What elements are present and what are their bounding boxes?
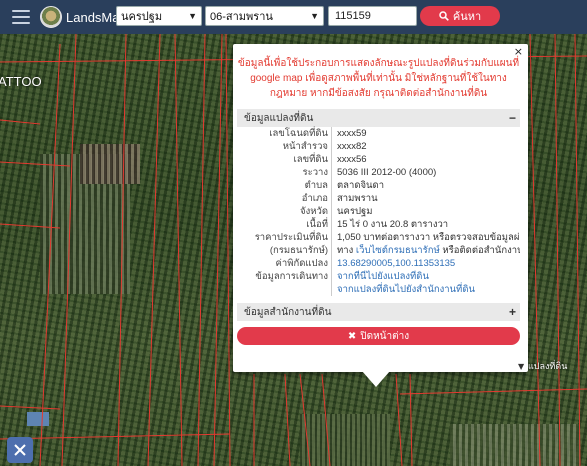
info-value: สามพราน xyxy=(337,193,378,204)
info-label: ข้อมูลการเดินทาง xyxy=(255,271,328,282)
info-label: ตำบล xyxy=(304,180,328,191)
close-window-label: ปิดหน้าต่าง xyxy=(360,330,410,342)
close-window-button[interactable]: ✖ ปิดหน้าต่าง xyxy=(237,327,520,345)
hamburger-menu-icon[interactable] xyxy=(12,10,30,24)
scroll-down-icon[interactable]: ▼ xyxy=(518,362,524,371)
info-row: จังหวัด นครปฐม xyxy=(237,205,520,218)
info-label: เลขโฉนดที่ดิน xyxy=(269,128,328,139)
info-row-price: ราคาประเมินที่ดิน (กรมธนารักษ์) 1,050 บาท… xyxy=(237,231,520,257)
route-to-office-link[interactable]: จากแปลงที่ดินไปยังสำนักงานที่ดิน xyxy=(337,284,475,295)
map-parcel-label: แปลงที่ดิน xyxy=(528,361,568,371)
info-label: ราคาประเมินที่ดิน (กรมธนารักษ์) xyxy=(237,231,331,257)
info-row: ค่าพิกัดแปลง 13.68290005,100.11353135 xyxy=(237,257,520,270)
info-label: เนื้อที่ xyxy=(306,219,328,230)
search-button[interactable]: ค้นหา xyxy=(420,6,500,26)
section-header-office[interactable]: ข้อมูลสำนักงานที่ดิน + xyxy=(237,303,520,321)
app-logo xyxy=(40,6,62,28)
expand-icon: + xyxy=(508,305,516,319)
info-row: เลขโฉนดที่ดิน xxxx59 xyxy=(237,127,520,140)
tools-icon[interactable] xyxy=(7,437,33,463)
section-header-office-label: ข้อมูลสำนักงานที่ดิน xyxy=(244,306,332,318)
province-select-value: นครปฐม xyxy=(121,11,163,23)
district-select[interactable]: 06-สามพราน ▼ xyxy=(205,6,324,26)
chevron-down-icon: ▼ xyxy=(188,11,197,21)
info-row: เลขที่ดิน xxxx56 xyxy=(237,153,520,166)
collapse-icon: − xyxy=(508,111,516,125)
info-label: ค่าพิกัดแปลง xyxy=(275,258,329,269)
info-value: xxxx82 xyxy=(337,141,367,152)
info-value-price: 1,050 บาทต่อตารางวา หรือตรวจสอบข้อมูลผ่า… xyxy=(337,231,520,257)
info-value: xxxx56 xyxy=(337,154,367,165)
district-select-value: 06-สามพราน xyxy=(210,11,273,23)
info-value: นครปฐม xyxy=(337,206,373,217)
section-header-parcel-label: ข้อมูลแปลงที่ดิน xyxy=(244,112,314,124)
price-label-line2: (กรมธนารักษ์) xyxy=(269,245,328,256)
route-to-parcel-link[interactable]: จากที่นี่ไปยังแปลงที่ดิน xyxy=(337,271,429,282)
parcel-info-table: เลขโฉนดที่ดิน xxxx59 หน้าสำรวจ xxxx82 เล… xyxy=(237,127,520,296)
info-value: ตลาดจินดา xyxy=(337,180,385,191)
info-value: xxxx59 xyxy=(337,128,367,139)
section-header-parcel[interactable]: ข้อมูลแปลงที่ดิน − xyxy=(237,109,520,127)
info-label: ระวาง xyxy=(302,167,328,178)
parcel-info-popup: × ข้อมูลนี้เพื่อใช้ประกอบการแสดงลักษณะรู… xyxy=(233,44,528,372)
info-value: 5036 III 2012-00 (4000) xyxy=(337,167,437,178)
chevron-down-icon: ▼ xyxy=(310,11,319,21)
info-label: หน้าสำรวจ xyxy=(282,141,328,152)
province-select[interactable]: นครปฐม ▼ xyxy=(116,6,202,26)
map-place-label: ATTOO xyxy=(0,74,42,89)
info-row: ระวาง 5036 III 2012-00 (4000) xyxy=(237,166,520,179)
parcel-number-input[interactable] xyxy=(328,6,417,26)
price-value-suffix: หรือติดต่อสำนักงานที่ดิน xyxy=(442,245,520,256)
treasury-website-link[interactable]: เว็บไซต์กรมธนารักษ์ xyxy=(356,245,440,256)
info-label: อำเภอ xyxy=(301,193,328,204)
info-row-route: ข้อมูลการเดินทาง จากที่นี่ไปยังแปลงที่ดิ… xyxy=(237,270,520,296)
disclaimer-notice: ข้อมูลนี้เพื่อใช้ประกอบการแสดงลักษณะรูปแ… xyxy=(237,58,520,99)
search-button-label: ค้นหา xyxy=(452,11,482,23)
price-value-prefix: ทาง xyxy=(337,245,354,256)
info-label: จังหวัด xyxy=(300,206,328,217)
info-row: เนื้อที่ 15 ไร่ 0 งาน 20.8 ตารางวา xyxy=(237,218,520,231)
info-value: 15 ไร่ 0 งาน 20.8 ตารางวา xyxy=(337,219,449,230)
info-label: เลขที่ดิน xyxy=(293,154,329,165)
search-icon xyxy=(439,11,449,21)
coordinate-link[interactable]: 13.68290005,100.11353135 xyxy=(337,258,455,269)
price-label-line1: ราคาประเมินที่ดิน xyxy=(254,232,328,243)
price-value-line1: 1,050 บาทต่อตารางวา หรือตรวจสอบข้อมูลผ่า… xyxy=(337,232,520,243)
close-x-icon: ✖ xyxy=(347,330,357,342)
info-row: อำเภอ สามพราน xyxy=(237,192,520,205)
info-row: ตำบล ตลาดจินดา xyxy=(237,179,520,192)
popup-pointer xyxy=(362,371,390,387)
info-row: หน้าสำรวจ xxxx82 xyxy=(237,140,520,153)
